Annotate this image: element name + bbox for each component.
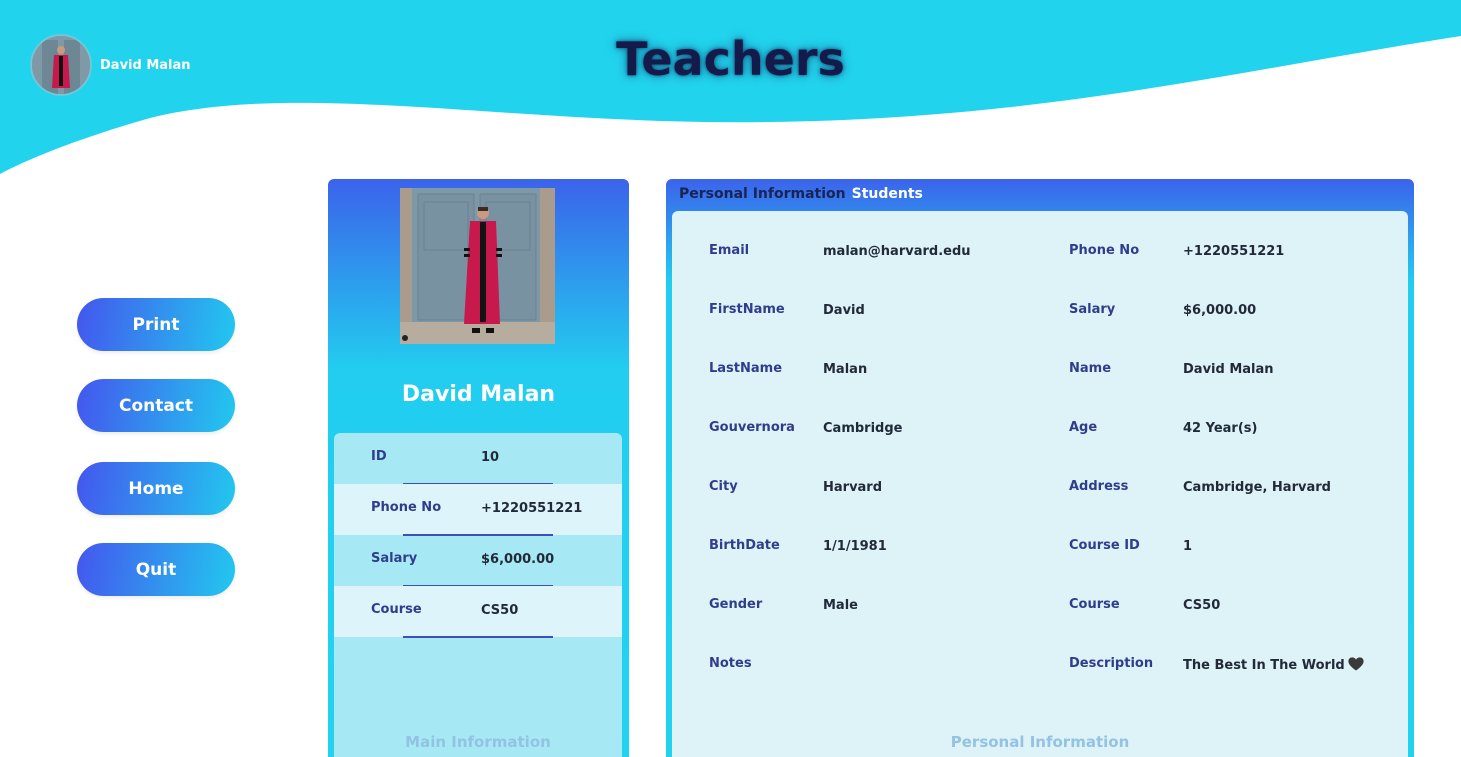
field-value-salary: $6,000.00 (1183, 303, 1257, 318)
info-row-id: ID 10 (334, 433, 622, 485)
field-label-description: Description (1069, 656, 1154, 671)
field-value-description: The Best In The World (1183, 658, 1345, 673)
field-label-firstname: FirstName (709, 302, 785, 317)
teacher-name: David Malan (401, 382, 556, 407)
teacher-main-card: David Malan ID 10 Phone No +1220551221 S… (328, 179, 629, 757)
field-value-birthdate: 1/1/1981 (823, 539, 887, 554)
teacher-photo (400, 188, 555, 344)
field-label-lastname: LastName (709, 361, 783, 376)
row-divider (403, 636, 553, 638)
info-label: Salary (371, 551, 418, 566)
field-value-firstname: David (823, 303, 865, 318)
info-value: $6,000.00 (481, 552, 555, 567)
info-value: CS50 (481, 603, 519, 618)
field-label-phone: Phone No (1069, 243, 1140, 258)
field-value-lastname: Malan (823, 362, 868, 377)
page-title: Teachers (616, 32, 845, 86)
main-info-panel: ID 10 Phone No +1220551221 Salary $6,000… (334, 433, 622, 757)
print-button[interactable]: Print (77, 298, 235, 351)
field-value-address: Cambridge, Harvard (1183, 480, 1331, 495)
tab-personal-information[interactable]: Personal Information (679, 186, 846, 202)
personal-info-footer: Personal Information (950, 733, 1130, 751)
field-value-course-id: 1 (1183, 539, 1193, 554)
field-value-gouvernora: Cambridge (823, 421, 903, 436)
header-wave (0, 0, 1461, 174)
field-value-name: David Malan (1183, 362, 1274, 377)
field-value-age: 42 Year(s) (1183, 421, 1258, 436)
info-value: +1220551221 (481, 501, 583, 516)
field-label-course-id: Course ID (1069, 538, 1140, 553)
personal-info-card: Personal Information Students Email malan… (666, 179, 1414, 757)
heart-icon (1348, 657, 1364, 671)
tab-bar: Personal Information Students (679, 186, 923, 202)
field-label-notes: Notes (709, 656, 752, 671)
field-label-gouvernora: Gouvernora (709, 420, 795, 435)
info-row-salary: Salary $6,000.00 (334, 535, 622, 587)
tab-students[interactable]: Students (852, 186, 923, 202)
info-row-course: Course CS50 (334, 586, 622, 638)
info-label: Course (371, 602, 422, 617)
field-label-age: Age (1069, 420, 1098, 435)
field-value-city: Harvard (823, 480, 883, 495)
field-label-address: Address (1069, 479, 1129, 494)
info-label: Phone No (371, 500, 442, 515)
field-value-phone: +1220551221 (1183, 244, 1285, 259)
field-label-email: Email (709, 243, 750, 258)
field-label-course: Course (1069, 597, 1120, 612)
info-row-phone: Phone No +1220551221 (334, 484, 622, 536)
main-info-footer: Main Information (405, 733, 551, 751)
info-value: 10 (481, 450, 500, 465)
field-value-course: CS50 (1183, 598, 1221, 613)
field-label-city: City (709, 479, 738, 494)
field-label-salary: Salary (1069, 302, 1116, 317)
personal-info-panel: Email malan@harvard.edu FirstName David … (672, 211, 1408, 757)
field-value-gender: Male (823, 598, 858, 613)
field-label-birthdate: BirthDate (709, 538, 780, 553)
quit-button[interactable]: Quit (77, 543, 235, 596)
field-value-email: malan@harvard.edu (823, 244, 971, 259)
home-button[interactable]: Home (77, 462, 235, 515)
field-label-gender: Gender (709, 597, 763, 612)
contact-button[interactable]: Contact (77, 379, 235, 432)
field-value-description-wrap: The Best In The World (1183, 657, 1364, 673)
info-label: ID (371, 449, 387, 464)
field-label-name: Name (1069, 361, 1112, 376)
